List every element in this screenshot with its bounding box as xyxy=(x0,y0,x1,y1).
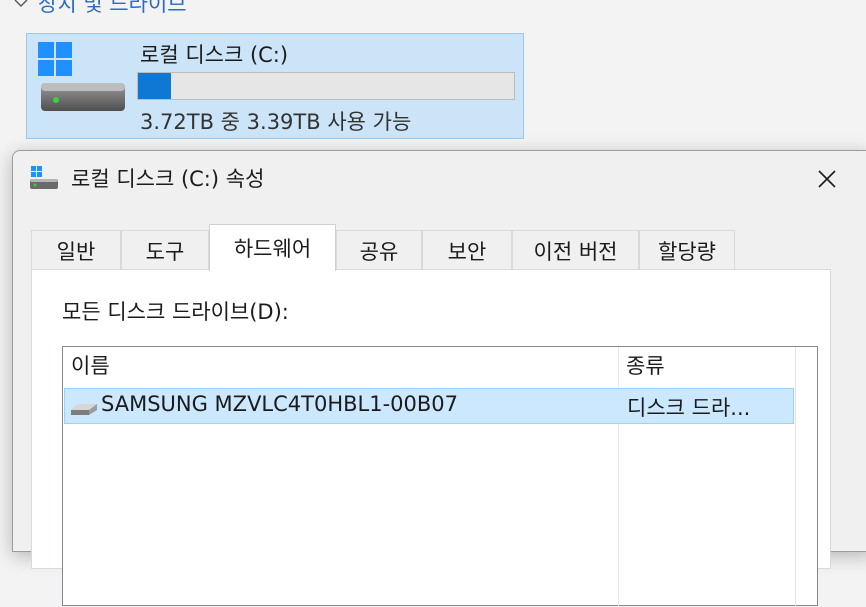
properties-dialog: 로컬 디스크 (C:) 속성 일반 도구 하드웨어 공유 보안 이전 버전 할당… xyxy=(12,150,866,607)
tab-general[interactable]: 일반 xyxy=(31,230,121,270)
column-header-name[interactable]: 이름 xyxy=(71,347,110,383)
drive-name: 로컬 디스크 (C:) xyxy=(140,43,289,67)
disk-drives-list[interactable]: 이름 종류 SAMSUNG MZVLC4T0HBL1-00B07 디스크 드라.… xyxy=(62,346,818,607)
column-header-type[interactable]: 종류 xyxy=(626,347,665,383)
windows-logo-icon xyxy=(38,42,72,76)
tab-quota[interactable]: 할당량 xyxy=(639,230,735,270)
hard-drive-icon xyxy=(41,83,125,111)
column-separator[interactable] xyxy=(618,347,619,607)
all-disks-label: 모든 디스크 드라이브(D): xyxy=(62,300,289,324)
column-separator-end xyxy=(795,347,796,607)
hardware-panel: 모든 디스크 드라이브(D): 이름 종류 SAMSUNG MZVLC4T0HB… xyxy=(31,269,831,607)
devices-section-header[interactable]: 장치 및 드라이브 xyxy=(12,0,187,18)
drive-space-text: 3.72TB 중 3.39TB 사용 가능 xyxy=(140,110,412,134)
drive-tile-c[interactable]: 로컬 디스크 (C:) 3.72TB 중 3.39TB 사용 가능 xyxy=(26,33,524,139)
dialog-titlebar[interactable]: 로컬 디스크 (C:) 속성 xyxy=(13,151,866,207)
disk-type: 디스크 드라... xyxy=(627,396,751,420)
dialog-title: 로컬 디스크 (C:) 속성 xyxy=(71,167,265,191)
drive-usage-fill xyxy=(138,73,172,99)
tab-previous-versions[interactable]: 이전 버전 xyxy=(512,230,639,270)
tab-sharing[interactable]: 공유 xyxy=(336,230,422,270)
section-title: 장치 및 드라이브 xyxy=(38,0,187,16)
list-item[interactable]: SAMSUNG MZVLC4T0HBL1-00B07 디스크 드라... xyxy=(64,388,794,424)
chevron-down-icon xyxy=(12,0,30,12)
list-header: 이름 종류 xyxy=(63,347,817,383)
disk-drive-icon xyxy=(71,404,97,415)
disk-name: SAMSUNG MZVLC4T0HBL1-00B07 xyxy=(101,392,459,416)
close-icon xyxy=(818,170,836,188)
close-button[interactable] xyxy=(809,163,845,195)
tab-strip: 일반 도구 하드웨어 공유 보안 이전 버전 할당량 xyxy=(31,224,831,271)
tab-tools[interactable]: 도구 xyxy=(121,230,209,270)
tab-hardware[interactable]: 하드웨어 xyxy=(209,224,336,271)
drive-windows-icon xyxy=(30,166,58,189)
tab-security[interactable]: 보안 xyxy=(422,230,512,270)
drive-usage-bar xyxy=(137,72,515,100)
